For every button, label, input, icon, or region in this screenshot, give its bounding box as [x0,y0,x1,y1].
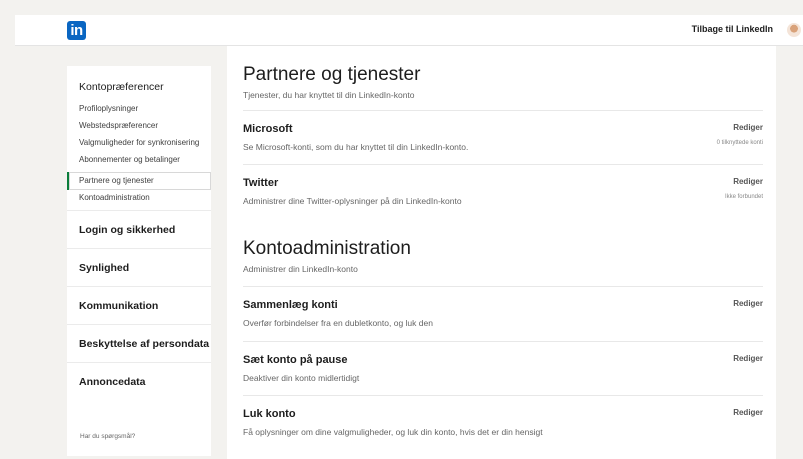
setting-title: Luk konto [243,408,296,420]
top-navigation-bar: in Tilbage til LinkedIn [15,15,803,46]
sidebar-subitems: Profiloplysninger Webstedspræferencer Va… [67,104,211,203]
edit-button[interactable]: Rediger [733,177,763,186]
sidebar-section-communication[interactable]: Kommunikation [67,286,211,324]
sidebar-item-profile-info[interactable]: Profiloplysninger [79,104,211,114]
setting-title: Sæt konto på pause [243,354,348,366]
setting-row-merge-accounts[interactable]: Sammenlæg konti Overfør forbindelser fra… [243,286,763,341]
setting-description: Deaktiver din konto midlertidigt [243,373,360,383]
sidebar-item-site-preferences[interactable]: Webstedspræferencer [79,121,211,131]
sidebar-section-visibility[interactable]: Synlighed [67,248,211,286]
sidebar-item-sync-options[interactable]: Valgmuligheder for synkronisering [79,138,211,148]
setting-description: Overfør forbindelser fra en dubletkonto,… [243,318,433,328]
sidebar-section-login-security[interactable]: Login og sikkerhed [67,210,211,248]
sidebar-section-account-preferences[interactable]: Kontopræferencer [67,66,211,104]
back-to-linkedin-link[interactable]: Tilbage til LinkedIn [692,24,773,34]
settings-sidebar: Kontopræferencer Profiloplysninger Webst… [67,66,211,456]
edit-button[interactable]: Rediger [733,354,763,363]
setting-title: Sammenlæg konti [243,299,338,311]
setting-row-pause-account[interactable]: Sæt konto på pause Deaktiver din konto m… [243,341,763,395]
setting-description: Se Microsoft-konti, som du har knyttet t… [243,142,469,152]
setting-row-microsoft[interactable]: Microsoft Se Microsoft-konti, som du har… [243,110,763,164]
setting-title: Twitter [243,177,279,189]
avatar[interactable] [787,23,801,37]
setting-status: Ikke forbundet [724,194,763,200]
page-subtitle: Tjenester, du har knyttet til din Linked… [243,90,415,100]
edit-button[interactable]: Rediger [733,123,763,132]
setting-row-close-account[interactable]: Luk konto Få oplysninger om dine valgmul… [243,395,763,459]
setting-title: Microsoft [243,123,293,135]
edit-button[interactable]: Rediger [733,408,763,417]
sidebar-section-ad-data[interactable]: Annoncedata [67,362,211,400]
edit-button[interactable]: Rediger [733,299,763,308]
linkedin-logo[interactable]: in [67,21,86,40]
sidebar-section-data-privacy[interactable]: Beskyttelse af persondata [67,324,211,362]
help-question: Har du spørgsmål? [80,433,136,440]
setting-description: Få oplysninger om dine valgmuligheder, o… [243,427,543,437]
setting-row-twitter[interactable]: Twitter Administrer dine Twitter-oplysni… [243,164,763,218]
sidebar-item-partners[interactable]: Partnere og tjenester [67,172,211,190]
setting-description: Administrer dine Twitter-oplysninger på … [243,196,462,206]
section-subtitle: Administrer din LinkedIn-konto [243,264,358,274]
settings-main-panel: Partnere og tjenester Tjenester, du har … [227,46,776,459]
setting-status: 0 tilknyttede konti [716,140,763,146]
page-title: Partnere og tjenester [243,64,421,85]
sidebar-item-account-management[interactable]: Kontoadministration [79,193,211,203]
sidebar-item-subscriptions[interactable]: Abonnementer og betalinger [79,155,211,165]
section-title: Kontoadministration [243,238,411,259]
